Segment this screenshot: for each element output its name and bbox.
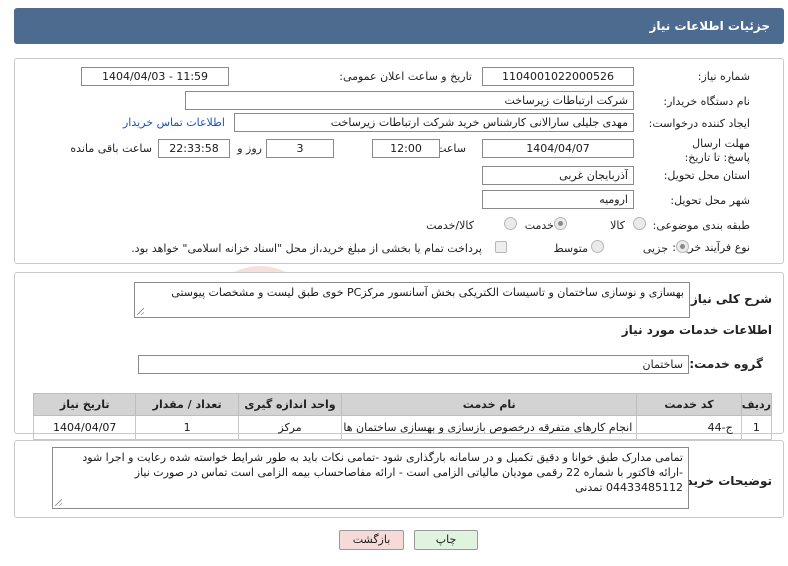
resize-grip-icon[interactable] <box>55 499 62 506</box>
col-service-name: نام خدمت <box>341 393 638 416</box>
category-option-both-label: کالا/خدمت <box>426 219 474 232</box>
page-header: جزئیات اطلاعات نیاز <box>14 8 784 44</box>
buyer-notes-textarea[interactable]: تمامی مدارک طبق خوانا و دقیق تکمیل و در … <box>52 447 689 509</box>
resize-grip-icon[interactable] <box>137 308 144 315</box>
deadline-label: مهلت ارسال پاسخ: تا تاریخ: <box>684 137 750 164</box>
announce-date-label: تاریخ و ساعت اعلان عمومی: <box>339 70 472 83</box>
page-title: جزئیات اطلاعات نیاز <box>649 19 770 33</box>
cell-need-date: 1404/04/07 <box>32 415 137 440</box>
creator-label: ایجاد کننده درخواست: <box>648 117 750 130</box>
province-label: استان محل تحویل: <box>663 169 750 182</box>
deadline-date-field[interactable]: 1404/04/07 <box>482 139 634 158</box>
process-option-medium-label: متوسط <box>553 242 588 255</box>
process-option-medium-radio[interactable] <box>591 240 604 253</box>
service-group-field[interactable]: ساختمان <box>138 355 689 374</box>
summary-text: بهسازی و نوسازی ساختمان و تاسیسات الکتری… <box>171 286 684 299</box>
category-option-goods-radio[interactable] <box>633 217 646 230</box>
days-remaining-field[interactable]: 3 <box>266 139 334 158</box>
col-row-number: ردیف <box>740 393 773 416</box>
treasury-note: پرداخت تمام یا بخشی از مبلغ خرید،از محل … <box>131 242 482 255</box>
category-option-service-radio[interactable] <box>554 217 567 230</box>
need-number-label: شماره نیاز: <box>697 70 750 83</box>
creator-field[interactable]: مهدی جلیلی سارالانی کارشناس خرید شرکت ار… <box>234 113 634 132</box>
summary-label: شرح کلی نیاز: <box>686 292 772 306</box>
col-need-date: تاریخ نیاز <box>32 393 137 416</box>
process-option-minor-radio[interactable] <box>676 240 689 253</box>
remaining-time-field[interactable]: 22:33:58 <box>158 139 230 158</box>
cell-row-number: 1 <box>740 415 773 440</box>
buyer-org-label: نام دستگاه خریدار: <box>663 95 750 108</box>
cell-quantity: 1 <box>135 415 239 440</box>
announce-date-field[interactable]: 1404/04/03 - 11:59 <box>81 67 229 86</box>
table-row: 1 ج-44 انجام کارهای متفرقه درخصوص بازساز… <box>32 415 773 440</box>
cell-service-name: انجام کارهای متفرقه درخصوص بازسازی و بهس… <box>341 415 638 440</box>
need-number-field[interactable]: 1104001022000526 <box>482 67 634 86</box>
category-option-service-label: خدمت <box>524 219 554 232</box>
cell-unit: مرکز <box>237 415 343 440</box>
treasury-checkbox[interactable] <box>495 241 507 253</box>
category-option-both-radio[interactable] <box>504 217 517 230</box>
col-unit: واحد اندازه گیری <box>237 393 343 416</box>
services-table-header: ردیف کد خدمت نام خدمت واحد اندازه گیری ت… <box>32 393 773 416</box>
service-group-label: گروه خدمت: <box>689 357 763 371</box>
col-service-code: کد خدمت <box>636 393 742 416</box>
back-button[interactable]: بازگشت <box>339 530 404 550</box>
buyer-contact-link[interactable]: اطلاعات تماس خریدار <box>123 116 225 129</box>
city-field[interactable]: ارومیه <box>482 190 634 209</box>
buyer-org-field[interactable]: شرکت ارتباطات زیرساخت <box>185 91 634 110</box>
city-label: شهر محل تحویل: <box>670 194 750 207</box>
province-field[interactable]: آذربایجان غربی <box>482 166 634 185</box>
remaining-time-label: ساعت باقی مانده <box>70 142 152 155</box>
category-label: طبقه بندی موضوعی: <box>652 219 750 232</box>
days-label: روز و <box>237 142 262 155</box>
process-option-minor-label: جزیی <box>642 242 668 255</box>
services-table: ردیف کد خدمت نام خدمت واحد اندازه گیری ت… <box>32 393 773 440</box>
cell-service-code: ج-44 <box>636 415 742 440</box>
category-option-goods-label: کالا <box>610 219 625 232</box>
print-button[interactable]: چاپ <box>414 530 478 550</box>
summary-textarea[interactable]: بهسازی و نوسازی ساختمان و تاسیسات الکتری… <box>134 282 690 318</box>
deadline-time-label: ساعت <box>436 142 466 155</box>
buyer-notes-text: تمامی مدارک طبق خوانا و دقیق تکمیل و در … <box>82 451 683 494</box>
deadline-time-field[interactable]: 12:00 <box>372 139 440 158</box>
col-quantity: تعداد / مقدار <box>135 393 239 416</box>
services-section-title: اطلاعات خدمات مورد نیاز <box>621 323 772 337</box>
